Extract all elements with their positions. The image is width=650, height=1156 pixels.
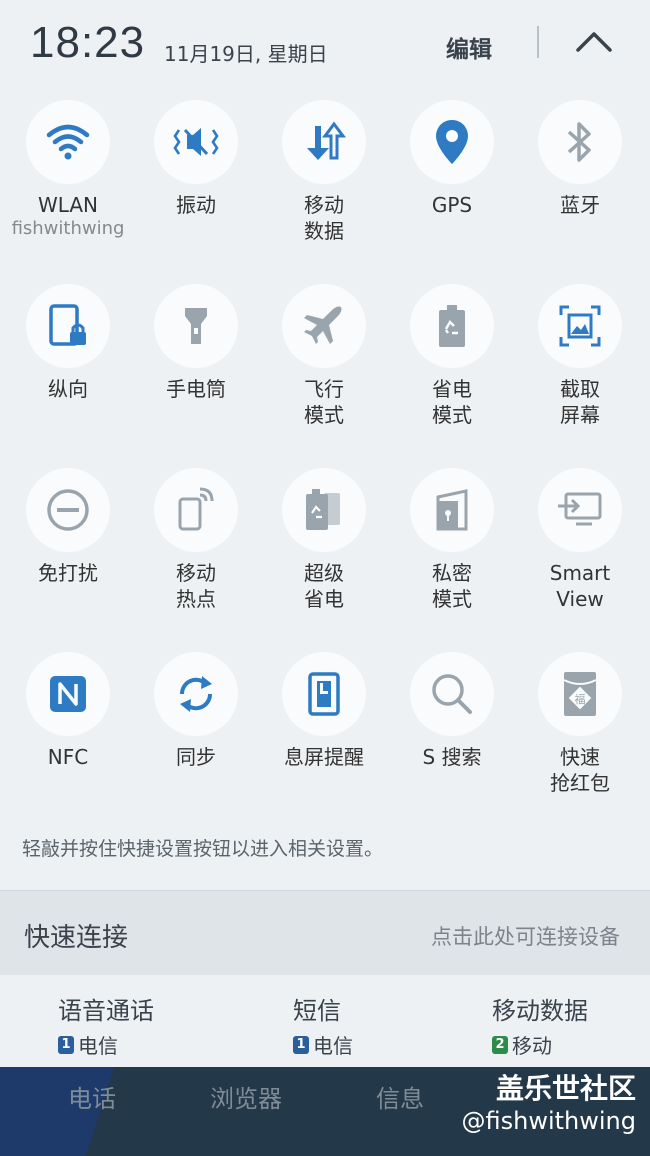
tile-label: 快速 抢红包: [550, 745, 610, 795]
tile-wlan[interactable]: WLAN fishwithwing: [4, 100, 132, 240]
sim-carrier: 移动: [512, 1034, 552, 1058]
sim-sms[interactable]: 短信 1 电信: [293, 991, 353, 1059]
sim-carrier: 电信: [78, 1034, 118, 1058]
screenshot-icon: [538, 284, 622, 368]
tile-label: NFC: [47, 745, 89, 769]
sim-title: 移动数据: [492, 997, 588, 1025]
portrait-lock-icon: [26, 284, 110, 368]
tile-hotspot[interactable]: 移动 热点: [132, 468, 260, 612]
vibrate-icon: [154, 100, 238, 184]
mobile-data-icon: [282, 100, 366, 184]
watermark-community: 盖乐世社区: [495, 1072, 636, 1105]
flashlight-icon: [154, 284, 238, 368]
tile-label: 飞行 模式: [304, 377, 344, 427]
tile-label: 移动 热点: [176, 561, 216, 611]
tile-label: Smart View: [549, 561, 611, 611]
clock: 18:23: [30, 18, 146, 67]
battery-recycle-icon: [410, 284, 494, 368]
tile-vibrate[interactable]: 振动: [132, 100, 260, 218]
tile-power-saving[interactable]: 省电 模式: [388, 284, 516, 428]
sim-settings: 语音通话 1 电信 短信 1 电信 移动数据 2 移动: [0, 975, 650, 1067]
tile-portrait[interactable]: 纵向: [4, 284, 132, 402]
quick-connect-bar[interactable]: 快速连接 点击此处可连接设备: [0, 890, 650, 976]
tile-aod[interactable]: 息屏提醒: [260, 652, 388, 770]
tile-dnd[interactable]: 免打扰: [4, 468, 132, 586]
tile-label: S 搜索: [422, 745, 482, 769]
minus-circle-icon: [26, 468, 110, 552]
cast-screen-icon: [538, 468, 622, 552]
tile-bluetooth[interactable]: 蓝牙: [516, 100, 644, 218]
sim-mobile-data[interactable]: 移动数据 2 移动: [492, 991, 588, 1059]
tile-label: 省电 模式: [432, 377, 472, 427]
tile-red-envelope[interactable]: 福 快速 抢红包: [516, 652, 644, 796]
dock-browser[interactable]: 浏览器: [210, 1079, 282, 1114]
tile-label: 私密 模式: [432, 561, 472, 611]
location-pin-icon: [410, 100, 494, 184]
screen-note-icon: [282, 652, 366, 736]
home-dock: 电话 浏览器 信息 盖乐世社区 @fishwithwing: [0, 1067, 650, 1156]
tile-label: GPS: [431, 193, 473, 217]
dock-phone[interactable]: 电话: [68, 1079, 116, 1114]
tile-ultra-power-saving[interactable]: 超级 省电: [260, 468, 388, 612]
tile-flashlight[interactable]: 手电筒: [132, 284, 260, 402]
wlan-network-name: fishwithwing: [11, 218, 125, 239]
tile-label: 蓝牙: [560, 193, 600, 217]
tile-label: 超级 省电: [304, 561, 344, 611]
bluetooth-icon: [538, 100, 622, 184]
status-header: 18:23 11月19日, 星期日 编辑: [0, 0, 650, 90]
sim-voice-call[interactable]: 语音通话 1 电信: [58, 991, 154, 1059]
tile-label: 免打扰: [38, 561, 98, 585]
watermark-user: @fishwithwing: [461, 1107, 637, 1135]
svg-text:福: 福: [575, 692, 586, 706]
tile-sync[interactable]: 同步: [132, 652, 260, 770]
sim-slot-badge: 1: [293, 1035, 309, 1054]
sim-title: 语音通话: [58, 997, 154, 1025]
ultra-battery-icon: [282, 468, 366, 552]
tile-gps[interactable]: GPS: [388, 100, 516, 218]
tile-label: 纵向: [48, 377, 88, 401]
quick-connect-hint: 点击此处可连接设备: [431, 925, 620, 949]
tile-label: WLAN: [37, 193, 99, 217]
sync-icon: [154, 652, 238, 736]
sim-slot-badge: 1: [58, 1035, 74, 1054]
airplane-icon: [282, 284, 366, 368]
tile-mobile-data[interactable]: 移动 数据: [260, 100, 388, 244]
edit-button[interactable]: 编辑: [446, 30, 492, 64]
tile-label: 手电筒: [166, 377, 226, 401]
private-door-icon: [410, 468, 494, 552]
tile-label: 截取 屏幕: [560, 377, 600, 427]
sim-carrier: 电信: [313, 1034, 353, 1058]
tile-label: 息屏提醒: [284, 745, 364, 769]
date-text: 11月19日, 星期日: [164, 42, 328, 66]
tile-nfc[interactable]: NFC: [4, 652, 132, 770]
tile-label: 振动: [176, 193, 216, 217]
quick-connect-title: 快速连接: [24, 923, 129, 953]
tile-airplane[interactable]: 飞行 模式: [260, 284, 388, 428]
tile-label: 移动 数据: [304, 193, 344, 243]
red-envelope-icon: 福: [538, 652, 622, 736]
settings-hint: 轻敲并按住快捷设置按钮以进入相关设置。: [22, 838, 384, 860]
chevron-up-icon[interactable]: [572, 24, 616, 60]
sim-slot-badge: 2: [492, 1035, 508, 1054]
divider: [537, 26, 539, 58]
tile-smart-view[interactable]: Smart View: [516, 468, 644, 612]
hotspot-icon: [154, 468, 238, 552]
tile-label: 同步: [176, 745, 216, 769]
tile-private[interactable]: 私密 模式: [388, 468, 516, 612]
sim-title: 短信: [293, 997, 341, 1025]
dock-messages[interactable]: 信息: [376, 1079, 424, 1114]
nfc-icon: [26, 652, 110, 736]
tile-screenshot[interactable]: 截取 屏幕: [516, 284, 644, 428]
tile-s-search[interactable]: S 搜索: [388, 652, 516, 770]
search-icon: [410, 652, 494, 736]
wifi-icon: [26, 100, 110, 184]
